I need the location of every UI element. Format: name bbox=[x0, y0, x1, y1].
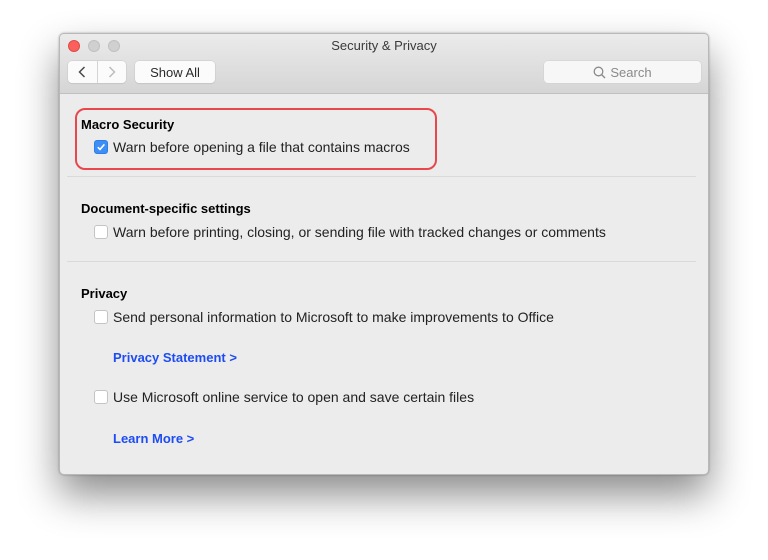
forward-button[interactable] bbox=[96, 61, 127, 83]
document-settings-heading: Document-specific settings bbox=[81, 201, 251, 216]
checkmark-icon bbox=[97, 143, 106, 151]
send-info-checkbox[interactable] bbox=[94, 310, 108, 324]
back-button[interactable] bbox=[68, 61, 97, 83]
preferences-content: Macro Security Warn before opening a fil… bbox=[60, 94, 708, 474]
warn-macros-label: Warn before opening a file that contains… bbox=[113, 139, 410, 155]
title-bar: Security & Privacy Show All Search bbox=[60, 34, 708, 94]
search-placeholder: Search bbox=[610, 64, 652, 80]
online-service-checkbox[interactable] bbox=[94, 390, 108, 404]
window-title: Security & Privacy bbox=[331, 38, 437, 53]
online-service-label: Use Microsoft online service to open and… bbox=[113, 389, 475, 405]
online-service-option[interactable]: Use Microsoft online service to open and… bbox=[94, 389, 474, 405]
send-info-label: Send personal information to Microsoft t… bbox=[113, 309, 554, 325]
learn-more-link[interactable]: Learn More > bbox=[113, 431, 194, 446]
warn-macros-option[interactable]: Warn before opening a file that contains… bbox=[94, 139, 410, 155]
macro-security-heading: Macro Security bbox=[81, 117, 175, 132]
privacy-heading: Privacy bbox=[81, 286, 128, 301]
navigation-buttons bbox=[68, 61, 126, 83]
chevron-right-icon bbox=[108, 66, 116, 78]
privacy-statement-link[interactable]: Privacy Statement > bbox=[113, 350, 237, 365]
warn-macros-checkbox[interactable] bbox=[94, 140, 108, 154]
section-divider bbox=[67, 176, 696, 177]
chevron-left-icon bbox=[78, 66, 86, 78]
warn-tracked-changes-option[interactable]: Warn before printing, closing, or sendin… bbox=[94, 224, 606, 240]
warn-tracked-changes-label: Warn before printing, closing, or sendin… bbox=[113, 224, 606, 240]
warn-tracked-changes-checkbox[interactable] bbox=[94, 225, 108, 239]
section-divider bbox=[67, 261, 696, 262]
security-privacy-window: Security & Privacy Show All Search Macro… bbox=[59, 33, 709, 475]
send-info-option[interactable]: Send personal information to Microsoft t… bbox=[94, 309, 554, 325]
search-icon bbox=[593, 66, 606, 78]
show-all-button[interactable]: Show All bbox=[135, 61, 215, 83]
search-field[interactable]: Search bbox=[544, 61, 701, 83]
